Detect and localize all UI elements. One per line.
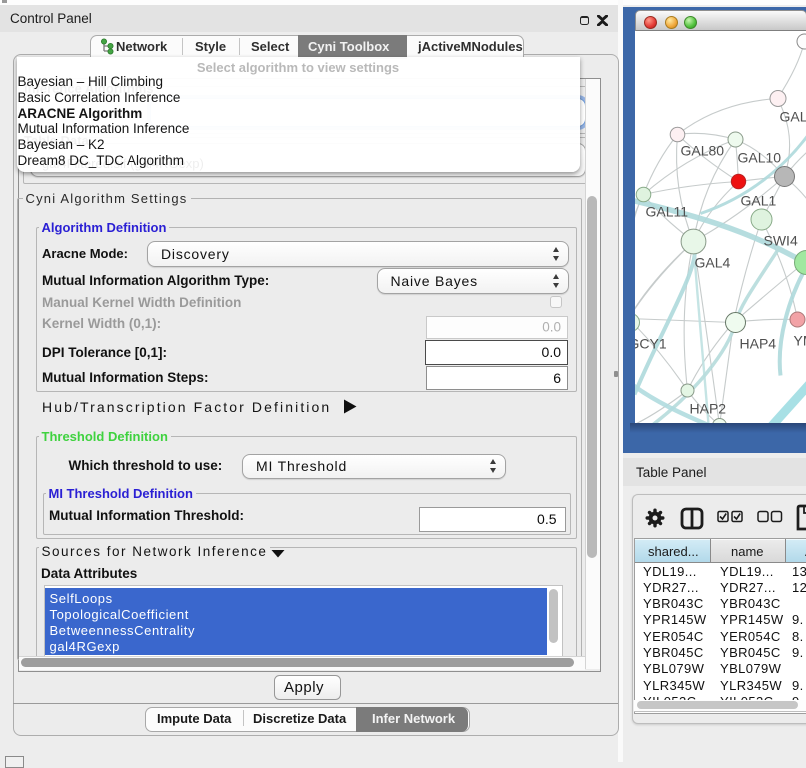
svg-text:GAL10: GAL10: [737, 149, 781, 165]
svg-text:HAP4: HAP4: [739, 335, 776, 351]
svg-text:GAL2: GAL2: [779, 108, 806, 124]
svg-text:GCY1: GCY1: [635, 335, 667, 351]
svg-text:GAL80: GAL80: [680, 142, 724, 158]
svg-text:GAL1: GAL1: [740, 192, 776, 208]
svg-text:HAP2: HAP2: [689, 400, 726, 416]
svg-text:GAL11: GAL11: [645, 203, 688, 219]
svg-text:SWI4: SWI4: [763, 232, 797, 248]
svg-text:GAL4: GAL4: [694, 254, 730, 270]
svg-text:YM: YM: [793, 332, 806, 348]
